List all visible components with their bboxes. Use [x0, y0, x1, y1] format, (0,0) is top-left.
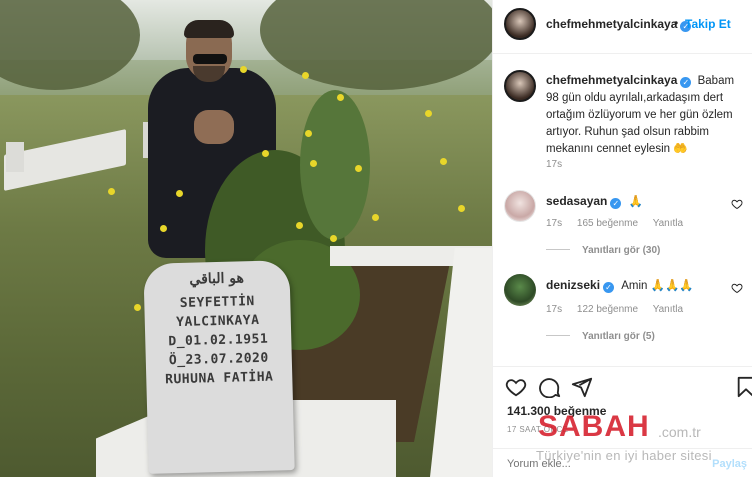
- username-text[interactable]: sedasayan: [546, 194, 607, 208]
- yellow-flower: [176, 190, 183, 197]
- post-image[interactable]: هو الباقي SEYFETTİN YALCINKAYA D_01.02.1…: [0, 0, 492, 477]
- reply-button[interactable]: Yanıtla: [653, 218, 683, 229]
- yellow-flower: [337, 94, 344, 101]
- sunglasses: [193, 54, 227, 64]
- caption-username[interactable]: chefmehmetyalcinkaya ✓: [546, 73, 692, 88]
- avatar[interactable]: [504, 70, 536, 102]
- yellow-flower: [310, 160, 317, 167]
- comment-likes[interactable]: 122 beğenme: [577, 304, 638, 315]
- verified-badge-icon: ✓: [680, 77, 692, 88]
- separator-dot: •: [674, 16, 679, 30]
- yellow-flower: [372, 214, 379, 221]
- yellow-flower: [160, 225, 167, 232]
- tree-foliage: [260, 0, 492, 90]
- share-icon[interactable]: [571, 376, 593, 398]
- comment-meta: 17s 122 beğenme Yanıtla: [546, 304, 695, 315]
- tombstone: هو الباقي SEYFETTİN YALCINKAYA D_01.02.1…: [143, 260, 295, 474]
- yellow-flower: [240, 66, 247, 73]
- comment-icon[interactable]: [539, 376, 561, 398]
- tombstone-inscription: هو الباقي: [189, 270, 245, 288]
- yellow-flower: [302, 72, 309, 79]
- verified-badge-icon: ✓: [610, 198, 622, 209]
- person-hair: [184, 20, 234, 38]
- yellow-flower: [425, 110, 432, 117]
- comment-likes[interactable]: 165 beğenme: [577, 218, 638, 229]
- avatar[interactable]: [504, 190, 536, 222]
- like-comment-heart-icon[interactable]: [731, 282, 743, 294]
- comment-text-line: sedasayan ✓ 🙏: [546, 194, 643, 209]
- comment-username[interactable]: sedasayan ✓: [546, 194, 622, 209]
- post-comment-button[interactable]: Paylaş: [712, 458, 747, 470]
- caption-time: 17s: [546, 159, 563, 170]
- yellow-flower: [330, 235, 337, 242]
- background-grave-post: [6, 142, 24, 172]
- comment-meta: 17s 165 beğenme Yanıtla: [546, 218, 695, 229]
- username-text[interactable]: chefmehmetyalcinkaya: [546, 73, 677, 87]
- comment-time: 17s: [546, 218, 563, 229]
- tree-foliage: [0, 0, 140, 90]
- post-header: chefmehmetyalcinkaya ✓ • Takip Et: [493, 0, 752, 54]
- comment-text: Amin 🙏🙏🙏: [621, 280, 694, 292]
- yellow-flower: [440, 158, 447, 165]
- yellow-flower: [355, 165, 362, 172]
- view-replies-button[interactable]: Yanıtları gör (30): [546, 245, 660, 256]
- yellow-flower: [305, 130, 312, 137]
- bookmark-icon[interactable]: [735, 376, 752, 398]
- yellow-flower: [458, 205, 465, 212]
- tombstone-prayer: RUHUNA FATİHA: [164, 369, 274, 388]
- header-username[interactable]: chefmehmetyalcinkaya ✓: [546, 17, 692, 32]
- username-text[interactable]: chefmehmetyalcinkaya: [546, 17, 677, 31]
- heart-icon[interactable]: [505, 376, 527, 398]
- watermark-tagline: Türkiye'nin en iyi haber sitesi: [536, 448, 712, 463]
- follow-button[interactable]: Takip Et: [685, 17, 731, 31]
- yellow-flower: [296, 222, 303, 229]
- caption-text-block: chefmehmetyalcinkaya ✓ Babam 98 gün oldu …: [546, 72, 746, 158]
- sabah-watermark-logo: SABAH: [538, 410, 650, 443]
- comment-text: 🙏: [628, 196, 643, 208]
- praying-hands: [194, 110, 234, 144]
- verified-badge-icon: ✓: [603, 282, 615, 293]
- watermark-domain: .com.tr: [658, 424, 701, 440]
- caption-text: Babam 98 gün oldu ayrılalı,arkadaşım der…: [546, 75, 735, 155]
- comment-text-line: denizseki ✓ Amin 🙏🙏🙏: [546, 278, 694, 293]
- action-bar: [493, 366, 752, 406]
- yellow-flower: [134, 304, 141, 311]
- comment-username[interactable]: denizseki ✓: [546, 278, 615, 293]
- yellow-flower: [262, 150, 269, 157]
- view-replies-button[interactable]: Yanıtları gör (5): [546, 331, 655, 342]
- reply-button[interactable]: Yanıtla: [653, 304, 683, 315]
- avatar[interactable]: [504, 274, 536, 306]
- like-comment-heart-icon[interactable]: [731, 198, 743, 210]
- avatar[interactable]: [504, 8, 536, 40]
- post-side-panel: chefmehmetyalcinkaya ✓ • Takip Et chefmeh…: [492, 0, 752, 477]
- comment-time: 17s: [546, 304, 563, 315]
- username-text[interactable]: denizseki: [546, 278, 600, 292]
- yellow-flower: [108, 188, 115, 195]
